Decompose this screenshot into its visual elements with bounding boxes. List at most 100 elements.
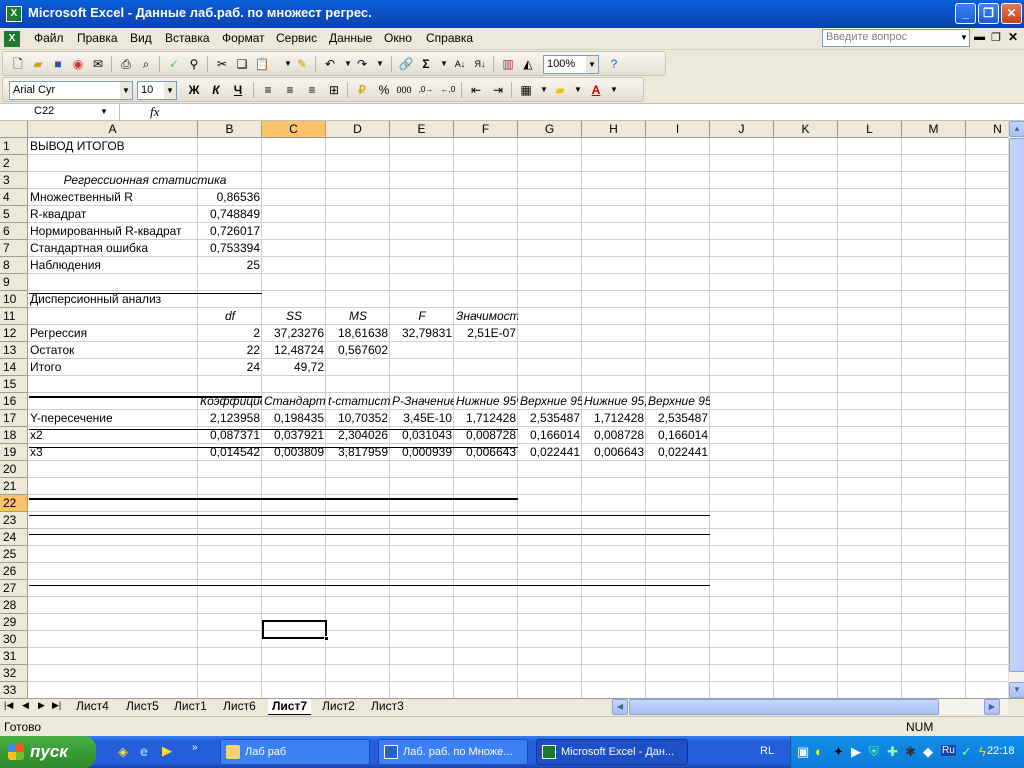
- row-header-30[interactable]: 30: [0, 631, 28, 648]
- workbook-icon[interactable]: X: [4, 31, 20, 47]
- tab-list5[interactable]: Лист5: [122, 699, 163, 715]
- menu-tools[interactable]: Сервис: [276, 31, 317, 45]
- cell-d16[interactable]: t-статистика: [326, 393, 390, 410]
- cell-i19[interactable]: 0,022441: [646, 444, 710, 461]
- update-icon[interactable]: ✚: [887, 744, 898, 760]
- next-sheet-icon[interactable]: ▶: [38, 700, 45, 711]
- column-header-i[interactable]: I: [646, 121, 710, 138]
- row-header-33[interactable]: 33: [0, 682, 28, 698]
- redo-icon[interactable]: ↷: [353, 55, 371, 73]
- fill-dropdown-icon[interactable]: ▼: [569, 81, 587, 99]
- tab-list3[interactable]: Лист3: [367, 699, 408, 715]
- merge-center-icon[interactable]: ⊞: [325, 81, 343, 99]
- cell-f16[interactable]: Нижние 95%: [454, 393, 518, 410]
- menu-view[interactable]: Вид: [130, 31, 152, 45]
- row-header-3[interactable]: 3: [0, 172, 28, 189]
- row-header-19[interactable]: 19: [0, 444, 28, 461]
- row-header-2[interactable]: 2: [0, 155, 28, 172]
- row-header-28[interactable]: 28: [0, 597, 28, 614]
- font-color-icon[interactable]: A: [587, 81, 605, 99]
- row-header-5[interactable]: 5: [0, 206, 28, 223]
- column-header-n[interactable]: N: [966, 121, 1008, 138]
- drawing-icon[interactable]: ◭: [519, 55, 537, 73]
- cell-b14[interactable]: 24: [198, 359, 262, 376]
- cell-f11[interactable]: Значимость F: [454, 308, 518, 325]
- formula-input[interactable]: [170, 104, 1020, 120]
- column-header-a[interactable]: A: [28, 121, 198, 138]
- cell-h18[interactable]: 0,008728: [582, 427, 646, 444]
- column-header-c[interactable]: C: [262, 121, 326, 138]
- open-icon[interactable]: ▰: [29, 55, 47, 73]
- font-size-select[interactable]: 10 ▼: [137, 81, 177, 100]
- cell-a1[interactable]: ВЫВОД ИТОГОВ: [28, 138, 198, 155]
- column-header-h[interactable]: H: [582, 121, 646, 138]
- fill-color-icon[interactable]: ▰: [551, 81, 569, 99]
- cell-b4[interactable]: 0,86536: [198, 189, 262, 206]
- cell-d17[interactable]: 10,70352: [326, 410, 390, 427]
- font-select[interactable]: Arial Cyr ▼: [9, 81, 133, 100]
- insert-function-icon[interactable]: fx: [150, 104, 159, 120]
- title-bar[interactable]: X Microsoft Excel - Данные лаб.раб. по м…: [0, 0, 1024, 28]
- italic-icon[interactable]: К: [207, 81, 225, 99]
- connection-icon[interactable]: ✓: [961, 744, 972, 760]
- media-player-icon[interactable]: ▶: [162, 743, 172, 759]
- cell-a5[interactable]: R-квадрат: [28, 206, 198, 223]
- horizontal-thumb[interactable]: [629, 699, 939, 715]
- cell-g16[interactable]: Верхние 95%: [518, 393, 582, 410]
- doc-restore-icon[interactable]: ❐: [991, 31, 1001, 44]
- vertical-thumb[interactable]: [1009, 138, 1024, 672]
- cell-b17[interactable]: 2,123958: [198, 410, 262, 427]
- autosum-icon[interactable]: Σ: [417, 55, 435, 73]
- cell-e17[interactable]: 3,45E-10: [390, 410, 454, 427]
- tab-list1[interactable]: Лист1: [170, 699, 211, 715]
- sort-ascending-icon[interactable]: А↓: [451, 55, 469, 73]
- cell-d12[interactable]: 18,61638: [326, 325, 390, 342]
- cell-i16[interactable]: Верхние 95,0%: [646, 393, 710, 410]
- ask-dropdown-icon[interactable]: ▼: [958, 29, 970, 47]
- power-icon[interactable]: ϟ: [979, 744, 986, 759]
- taskbar-excel-button[interactable]: Microsoft Excel - Дан...: [536, 739, 688, 765]
- spelling-icon[interactable]: ✓: [165, 55, 183, 73]
- column-header-f[interactable]: F: [454, 121, 518, 138]
- cell-b5[interactable]: 0,748849: [198, 206, 262, 223]
- network-icon[interactable]: ▣: [797, 744, 809, 760]
- cell-h16[interactable]: Нижние 95,0%: [582, 393, 646, 410]
- language-indicator[interactable]: RL: [760, 745, 774, 757]
- bold-icon[interactable]: Ж: [185, 81, 203, 99]
- name-box-dropdown-icon[interactable]: ▼: [100, 107, 108, 116]
- row-header-8[interactable]: 8: [0, 257, 28, 274]
- row-header-1[interactable]: 1: [0, 138, 28, 155]
- column-header-l[interactable]: L: [838, 121, 902, 138]
- cell-b7[interactable]: 0,753394: [198, 240, 262, 257]
- row-header-11[interactable]: 11: [0, 308, 28, 325]
- row-header-32[interactable]: 32: [0, 665, 28, 682]
- row-header-29[interactable]: 29: [0, 614, 28, 631]
- cell-e11[interactable]: F: [390, 308, 454, 325]
- paste-icon[interactable]: 📋: [253, 55, 271, 73]
- cell-g18[interactable]: 0,166014: [518, 427, 582, 444]
- column-header-k[interactable]: K: [774, 121, 838, 138]
- cell-f12[interactable]: 2,51E-07: [454, 325, 518, 342]
- row-header-27[interactable]: 27: [0, 580, 28, 597]
- cell-b8[interactable]: 25: [198, 257, 262, 274]
- row-header-12[interactable]: 12: [0, 325, 28, 342]
- row-header-23[interactable]: 23: [0, 512, 28, 529]
- cell-a13[interactable]: Остаток: [28, 342, 198, 359]
- active-cell-c22[interactable]: [262, 620, 329, 641]
- taskbar-word-button[interactable]: Лаб. раб. по Множе...: [378, 739, 528, 765]
- close-button[interactable]: ✕: [1001, 3, 1022, 24]
- zoom-select[interactable]: 100% ▼: [543, 55, 599, 74]
- currency-icon[interactable]: ₽: [353, 81, 371, 99]
- help-icon[interactable]: ?: [605, 55, 623, 73]
- cell-c17[interactable]: 0,198435: [262, 410, 326, 427]
- cell-a12[interactable]: Регрессия: [28, 325, 198, 342]
- cell-a7[interactable]: Стандартная ошибка: [28, 240, 198, 257]
- cell-h19[interactable]: 0,006643: [582, 444, 646, 461]
- menu-help[interactable]: Справка: [426, 31, 473, 45]
- menu-window[interactable]: Окно: [384, 31, 412, 45]
- column-header-g[interactable]: G: [518, 121, 582, 138]
- align-right-icon[interactable]: ≡: [303, 81, 321, 99]
- cell-a6[interactable]: Нормированный R-квадрат: [28, 223, 198, 240]
- font-dropdown-icon[interactable]: ▼: [120, 82, 132, 99]
- cell-a3[interactable]: Регрессионная статистика: [28, 172, 262, 189]
